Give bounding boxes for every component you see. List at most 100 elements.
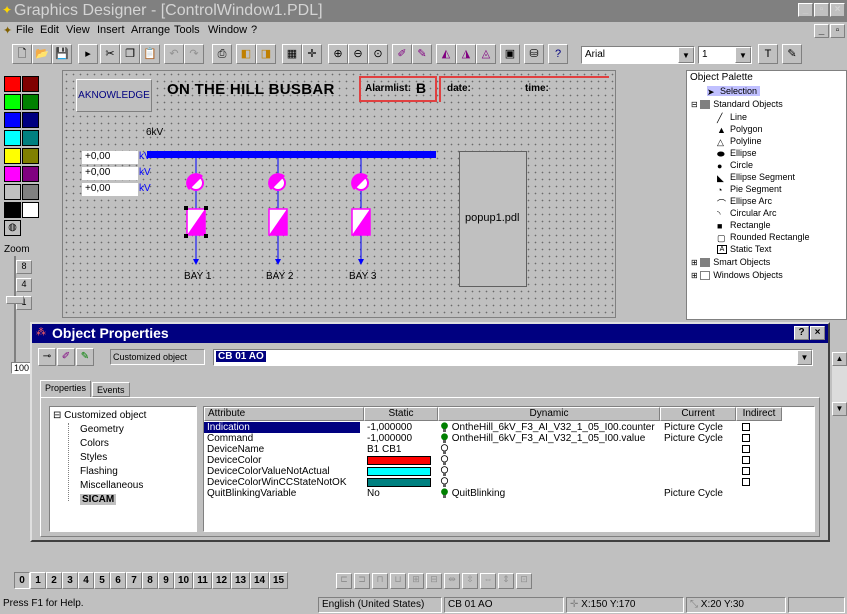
color-swatch[interactable] [367, 467, 431, 476]
menu-file[interactable]: File [16, 24, 34, 36]
picture-canvas[interactable]: AKNOWLEDGE ON THE HILL BUSBAR Alarmlist:… [62, 70, 616, 318]
menu-tools[interactable]: Tools [174, 24, 200, 36]
zoom-slider-thumb[interactable] [6, 296, 24, 304]
layer-13[interactable]: 13 [231, 572, 250, 589]
same-width-icon[interactable]: ⇔ [480, 573, 496, 589]
color-maroon[interactable] [22, 76, 39, 92]
tab-events[interactable]: Events [92, 382, 130, 397]
palette-item-ellipse-arc[interactable]: ⌒ Ellipse Arc [717, 196, 772, 209]
zoom-in-icon[interactable]: ⊕ [328, 44, 348, 64]
child-minimize-button[interactable]: _ [814, 24, 829, 38]
scroll-track[interactable] [832, 366, 847, 402]
space-vertical-icon[interactable]: ⇳ [462, 573, 478, 589]
color-teal[interactable] [22, 130, 39, 146]
collapse-icon[interactable]: ⊟ [691, 100, 698, 109]
palette-item-rectangle[interactable]: ■ Rectangle [717, 220, 771, 231]
cut-icon[interactable]: ✂ [100, 44, 120, 64]
space-horizontal-icon[interactable]: ⇹ [444, 573, 460, 589]
popup-window-object[interactable]: popup1.pdl [459, 151, 527, 287]
align-left-icon[interactable]: ◭ [436, 44, 456, 64]
tree-root-customized-object[interactable]: ⊟ Customized object [53, 410, 146, 421]
tree-item-flashing[interactable]: Flashing [80, 466, 118, 477]
color-white[interactable] [22, 202, 39, 218]
col-current[interactable]: Current [660, 407, 736, 421]
vertical-scrollbar[interactable]: ▲ ▼ [832, 352, 847, 416]
color-black[interactable] [4, 202, 21, 218]
expand-icon[interactable]: ⊞ [691, 258, 698, 267]
col-dynamic[interactable]: Dynamic [438, 407, 660, 421]
transfer-icon[interactable]: ✎ [76, 348, 94, 366]
collapse-icon[interactable]: ⊟ [53, 410, 61, 421]
layer-14[interactable]: 14 [250, 572, 269, 589]
menu-view[interactable]: View [66, 24, 90, 36]
new-icon[interactable]: 🗋 [12, 44, 32, 64]
col-static[interactable]: Static [364, 407, 438, 421]
layer-9[interactable]: 9 [158, 572, 174, 589]
scroll-down-icon[interactable]: ▼ [832, 402, 847, 416]
layer-6[interactable]: 6 [110, 572, 126, 589]
center-vertical-icon[interactable]: ⊟ [426, 573, 442, 589]
palette-item-rounded-rectangle[interactable]: ▢ Rounded Rectangle [717, 232, 810, 243]
bay-2-feeder[interactable] [268, 158, 288, 265]
color-lime[interactable] [4, 94, 21, 110]
pin-icon[interactable]: ⊸ [38, 348, 56, 366]
busbar[interactable] [147, 151, 436, 158]
color-green[interactable] [22, 94, 39, 110]
dynamic-wizard-icon[interactable]: ✎ [412, 44, 432, 64]
palette-item-line[interactable]: ╱ Line [717, 112, 747, 123]
chevron-down-icon[interactable]: ▼ [678, 47, 694, 63]
library-icon[interactable]: ⛁ [524, 44, 544, 64]
save-icon[interactable]: 💾 [52, 44, 72, 64]
center-horizontal-icon[interactable]: ⊞ [408, 573, 424, 589]
tree-item-styles[interactable]: Styles [80, 452, 107, 463]
attribute-row-devicecolor-not-actual[interactable]: DeviceColorValueNotActual [204, 466, 814, 477]
align-bottom-edge-icon[interactable]: ⊔ [390, 573, 406, 589]
print-icon[interactable]: ⎙ [212, 44, 232, 64]
undo-icon[interactable]: ↶ [164, 44, 184, 64]
zoom-out-icon[interactable]: ⊖ [348, 44, 368, 64]
attribute-row-quitblinking[interactable]: QuitBlinkingVariable No QuitBlinking Pic… [204, 488, 814, 499]
palette-item-circle[interactable]: ● Circle [717, 160, 753, 171]
snap-icon[interactable]: ✛ [302, 44, 322, 64]
tree-item-sicam[interactable]: SICAM [80, 494, 117, 505]
attribute-row-devicecolor-wincc-state[interactable]: DeviceColorWinCCStateNotOK [204, 477, 814, 488]
menu-arrange[interactable]: Arrange [131, 24, 170, 36]
zoom-mark-8[interactable]: 8 [16, 260, 32, 274]
palette-smart-objects[interactable]: ⊞ Smart Objects [691, 257, 770, 268]
attribute-row-command[interactable]: Command -1,000000 OntheHill_6kV_F3_AI_V3… [204, 433, 814, 444]
context-help-icon[interactable]: ? [548, 44, 568, 64]
menu-edit[interactable]: Edit [40, 24, 59, 36]
menu-window[interactable]: Window [208, 24, 247, 36]
close-button[interactable]: × [830, 3, 845, 17]
minimize-button[interactable]: _ [798, 3, 813, 17]
layer-1[interactable]: 1 [30, 572, 46, 589]
bay-1-feeder[interactable] [184, 158, 208, 265]
align-right-edge-icon[interactable]: ⊐ [354, 573, 370, 589]
align-right-icon[interactable]: ◬ [476, 44, 496, 64]
menu-help[interactable]: ? [251, 24, 257, 36]
color-swatch[interactable] [367, 478, 431, 487]
layer-0[interactable]: 0 [14, 572, 30, 589]
palette-item-polyline[interactable]: △ Polyline [717, 136, 762, 147]
col-attribute[interactable]: Attribute [204, 407, 364, 421]
palette-item-ellipse[interactable]: ⬬ Ellipse [717, 148, 757, 159]
properties-icon[interactable]: ▣ [500, 44, 520, 64]
color-magenta[interactable] [4, 166, 21, 182]
color-gray[interactable] [22, 184, 39, 200]
pipette-icon[interactable]: ✐ [57, 348, 75, 366]
palette-windows-objects[interactable]: ⊞ Windows Objects [691, 270, 783, 281]
same-size-icon[interactable]: ⊡ [516, 573, 532, 589]
layer-5[interactable]: 5 [94, 572, 110, 589]
palette-item-circular-arc[interactable]: ◝ Circular Arc [717, 208, 777, 219]
dialog-help-button[interactable]: ? [794, 326, 809, 340]
layer-11[interactable]: 11 [193, 572, 212, 589]
layer-3[interactable]: 3 [62, 572, 78, 589]
tree-item-geometry[interactable]: Geometry [80, 424, 124, 435]
color-cyan[interactable] [4, 130, 21, 146]
palette-item-pie-segment[interactable]: ◔ Pie Segment [717, 184, 782, 195]
color-yellow[interactable] [4, 148, 21, 164]
dialog-title-bar[interactable]: ⁂ Object Properties ? × [32, 324, 828, 343]
layer-15[interactable]: 15 [269, 572, 288, 589]
palette-standard-objects[interactable]: ⊟ Standard Objects [691, 99, 783, 110]
palette-item-static-text[interactable]: A Static Text [717, 244, 771, 255]
